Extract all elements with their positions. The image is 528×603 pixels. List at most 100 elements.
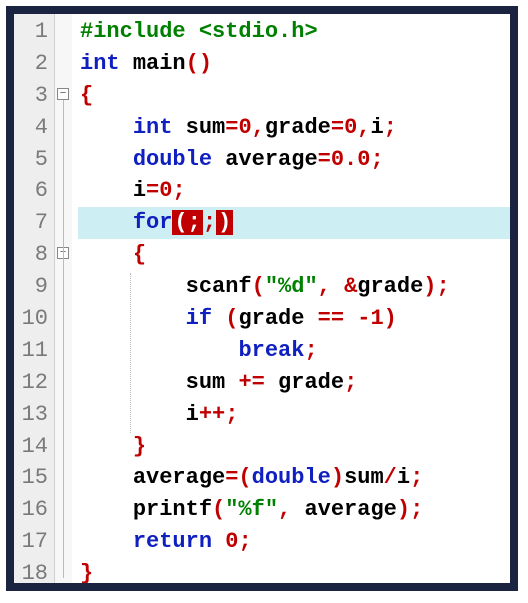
token-kw: return: [133, 529, 212, 554]
token-pun: [331, 274, 344, 299]
code-line[interactable]: return 0;: [78, 526, 510, 558]
token-op: -: [357, 306, 370, 331]
token-op: ): [331, 465, 344, 490]
token-pun: average: [133, 465, 225, 490]
token-op: =: [331, 115, 344, 140]
token-op: (: [212, 497, 225, 522]
token-num: 0: [159, 178, 172, 203]
code-line[interactable]: for(;;): [78, 207, 510, 239]
token-op: =: [318, 147, 331, 172]
token-num: 0.0: [331, 147, 371, 172]
token-op: ;: [410, 465, 423, 490]
token-pun: sum: [186, 370, 239, 395]
token-sel: (;: [172, 210, 202, 235]
line-number: 7: [18, 207, 48, 239]
token-kw: break: [238, 338, 304, 363]
token-kw: for: [133, 210, 173, 235]
token-op: }: [80, 561, 93, 586]
line-number: 5: [18, 144, 48, 176]
token-kw: double: [133, 147, 212, 172]
token-pp: #include: [80, 19, 186, 44]
token-pun: grade: [265, 115, 331, 140]
token-num: 1: [370, 306, 383, 331]
token-op: );: [423, 274, 449, 299]
code-line[interactable]: int main(): [78, 48, 510, 80]
token-op: }: [133, 434, 146, 459]
line-number: 17: [18, 526, 48, 558]
code-line[interactable]: i++;: [78, 399, 510, 431]
token-op: =: [146, 178, 159, 203]
token-pun: printf: [133, 497, 212, 522]
token-pun: grade: [265, 370, 344, 395]
token-pun: [212, 529, 225, 554]
line-number: 16: [18, 494, 48, 526]
token-op: ,: [318, 274, 331, 299]
token-kw: if: [186, 306, 212, 331]
code-line[interactable]: scanf("%d", &grade);: [78, 271, 510, 303]
code-line[interactable]: sum += grade;: [78, 367, 510, 399]
token-kw: double: [252, 465, 331, 490]
token-num: 0: [225, 529, 238, 554]
line-number: 13: [18, 399, 48, 431]
token-op: =(: [225, 465, 251, 490]
token-op: ++;: [199, 402, 239, 427]
token-kw: int: [133, 115, 173, 140]
token-str: "%d": [265, 274, 318, 299]
line-number: 6: [18, 175, 48, 207]
token-op: ;: [344, 370, 357, 395]
code-line[interactable]: {: [78, 239, 510, 271]
token-pun: [186, 19, 199, 44]
token-pun: grade: [357, 274, 423, 299]
token-op: ;: [370, 147, 383, 172]
token-fn: main: [133, 51, 186, 76]
line-number: 11: [18, 335, 48, 367]
token-pun: grade: [238, 306, 317, 331]
token-op: (: [225, 306, 238, 331]
line-number-gutter: 123456789101112131415161718: [14, 14, 54, 591]
token-pun: i: [397, 465, 410, 490]
code-line[interactable]: if (grade == -1): [78, 303, 510, 335]
code-line[interactable]: break;: [78, 335, 510, 367]
token-op: &: [344, 274, 357, 299]
code-line[interactable]: }: [78, 558, 510, 590]
line-number: 14: [18, 431, 48, 463]
token-pun: [212, 306, 225, 331]
token-op: =: [225, 115, 238, 140]
token-num: 0: [238, 115, 251, 140]
token-op: +=: [238, 370, 264, 395]
token-sel: ): [216, 210, 233, 235]
code-line[interactable]: }: [78, 431, 510, 463]
token-pun: sum: [172, 115, 225, 140]
token-op: ,: [357, 115, 370, 140]
code-line[interactable]: #include <stdio.h>: [78, 16, 510, 48]
token-pun: sum: [344, 465, 384, 490]
line-number: 3: [18, 80, 48, 112]
token-op: ;: [238, 529, 251, 554]
token-op: ,: [278, 497, 291, 522]
token-pun: i: [186, 402, 199, 427]
token-op: (: [252, 274, 265, 299]
line-number: 9: [18, 271, 48, 303]
token-pun: i: [370, 115, 383, 140]
fold-column: −−: [54, 14, 72, 591]
code-editor[interactable]: 123456789101112131415161718 −− #include …: [6, 6, 518, 591]
code-line[interactable]: double average=0.0;: [78, 144, 510, 176]
token-op: ;: [384, 115, 397, 140]
token-pun: scanf: [186, 274, 252, 299]
line-number: 10: [18, 303, 48, 335]
token-op: ;: [172, 178, 185, 203]
token-op: /: [384, 465, 397, 490]
line-number: 15: [18, 462, 48, 494]
code-line[interactable]: average=(double)sum/i;: [78, 462, 510, 494]
token-op: {: [133, 242, 146, 267]
token-pun: average: [212, 147, 318, 172]
line-number: 12: [18, 367, 48, 399]
code-line[interactable]: {: [78, 80, 510, 112]
fold-toggle-icon[interactable]: −: [57, 88, 69, 100]
token-pun: [344, 306, 357, 331]
code-area[interactable]: #include <stdio.h>int main(){ int sum=0,…: [72, 14, 510, 591]
code-line[interactable]: int sum=0,grade=0,i;: [78, 112, 510, 144]
code-line[interactable]: printf("%f", average);: [78, 494, 510, 526]
line-number: 8: [18, 239, 48, 271]
code-line[interactable]: i=0;: [78, 175, 510, 207]
